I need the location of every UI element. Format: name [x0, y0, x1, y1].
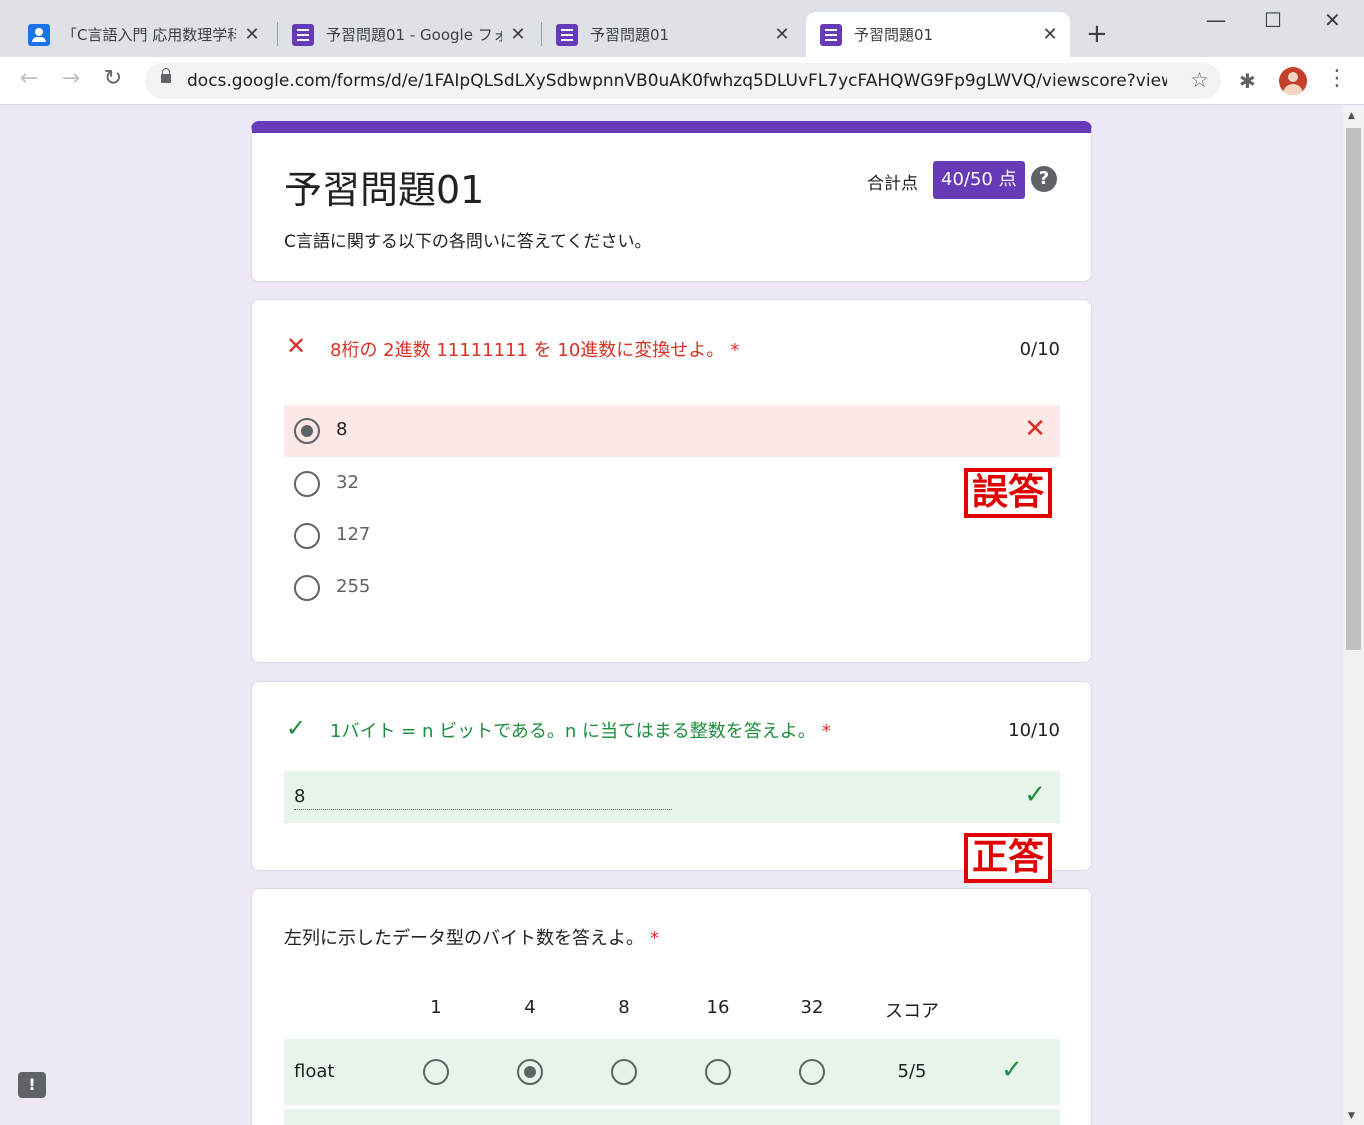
check-mark-icon: ✓	[1001, 1055, 1023, 1085]
scroll-up-icon[interactable]: ▲	[1348, 111, 1355, 121]
option-2[interactable]: 32	[284, 458, 1060, 510]
form-title: 予習問題01	[284, 168, 485, 212]
close-icon[interactable]: ✕	[772, 24, 792, 45]
option-label: 127	[336, 524, 371, 545]
address-bar[interactable]: docs.google.com/forms/d/e/1FAIpQLSdLXySd…	[145, 63, 1221, 99]
minimize-button[interactable]: —	[1206, 8, 1226, 32]
tab-title: 予習問題01 - Google フォー	[326, 26, 502, 44]
browser-toolbar: ← → ↻ docs.google.com/forms/d/e/1FAIpQLS…	[0, 57, 1364, 105]
reload-button[interactable]: ↻	[98, 66, 128, 91]
help-icon[interactable]: ?	[1031, 166, 1057, 192]
tab-forms-edit[interactable]: 予習問題01 - Google フォー ✕	[268, 12, 538, 57]
question-text: 左列に示したデータ型のバイト数を答えよ。	[284, 928, 644, 949]
total-score-badge: 40/50 点	[933, 161, 1025, 199]
required-asterisk: *	[650, 928, 659, 949]
form-description: C言語に関する以下の各問いに答えてください。	[284, 232, 652, 252]
short-answer-field[interactable]: 8 ✓	[284, 771, 1060, 823]
forms-icon	[556, 23, 578, 46]
extensions-icon[interactable]: ✱	[1239, 69, 1256, 93]
page-scrollbar[interactable]: ▲ ▼	[1343, 106, 1364, 1125]
question-text: 8桁の 2進数 11111111 を 10進数に変換せよ。	[330, 340, 725, 361]
option-label: 32	[336, 472, 359, 493]
close-icon[interactable]: ✕	[1040, 24, 1060, 45]
url-text[interactable]: docs.google.com/forms/d/e/1FAIpQLSdLXySd…	[187, 71, 1167, 91]
required-asterisk: *	[730, 340, 740, 361]
scroll-thumb[interactable]	[1346, 128, 1361, 650]
scroll-down-icon[interactable]: ▼	[1348, 1111, 1355, 1121]
required-asterisk: *	[821, 721, 831, 742]
close-icon[interactable]: ✕	[242, 24, 262, 45]
radio-button[interactable]	[294, 523, 320, 549]
answer-value: 8	[294, 786, 672, 810]
menu-icon[interactable]: ⋮	[1326, 66, 1348, 91]
option-label: 255	[336, 576, 371, 597]
radio-button[interactable]	[705, 1059, 731, 1085]
forms-icon	[820, 23, 842, 46]
tab-title: 予習問題01	[854, 26, 934, 44]
grid-row-next	[284, 1109, 1060, 1125]
radio-button[interactable]	[294, 575, 320, 601]
lock-icon	[161, 68, 171, 83]
tab-forms-preview[interactable]: 予習問題01 ✕	[532, 12, 802, 57]
wrong-mark-icon: ✕	[1024, 414, 1046, 444]
row-score: 5/5	[897, 1061, 927, 1082]
check-mark-icon: ✓	[286, 714, 307, 742]
new-tab-button[interactable]: +	[1086, 20, 1108, 48]
forms-icon	[292, 23, 314, 46]
form-header-card: 予習問題01 合計点 40/50 点 ? C言語に関する以下の各問いに答えてくだ…	[251, 121, 1092, 282]
grid-column-header: 1	[430, 997, 442, 1018]
maximize-button[interactable]: ☐	[1264, 8, 1282, 32]
forward-button[interactable]: →	[56, 66, 86, 91]
tab-title: 「C言語入門 応用数理学科	[62, 26, 236, 44]
grid-column-header: 8	[618, 997, 630, 1018]
tab-strip: 「C言語入門 応用数理学科 ✕ 予習問題01 - Google フォー ✕ 予習…	[0, 0, 1364, 57]
radio-button[interactable]	[423, 1059, 449, 1085]
classroom-icon	[28, 23, 50, 46]
total-score-label: 合計点	[867, 174, 918, 194]
correct-answer-stamp: 正答	[964, 833, 1053, 883]
radio-button[interactable]	[517, 1059, 543, 1085]
avatar[interactable]	[1279, 67, 1307, 95]
option-label: 8	[336, 419, 348, 440]
tab-classroom[interactable]: 「C言語入門 応用数理学科 ✕	[4, 12, 272, 57]
radio-button[interactable]	[294, 471, 320, 497]
question-text: 1バイト = n ビットである。n に当てはまる整数を答えよ。	[330, 721, 816, 742]
option-4[interactable]: 255	[284, 562, 1060, 614]
question-points: 0/10	[1019, 339, 1060, 360]
check-mark-icon: ✓	[1024, 780, 1046, 810]
question-card-3: 左列に示したデータ型のバイト数を答えよ。 * 1 4 8 16 32 スコア fl…	[251, 888, 1092, 1125]
wrong-mark-icon: ✕	[286, 332, 307, 360]
bookmark-star-icon[interactable]: ☆	[1190, 68, 1209, 92]
option-3[interactable]: 127	[284, 510, 1060, 562]
question-title: 8桁の 2進数 11111111 を 10進数に変換せよ。 *	[330, 336, 739, 362]
row-label: float	[294, 1061, 335, 1082]
wrong-answer-stamp: 誤答	[964, 468, 1053, 518]
grid-score-header: スコア	[885, 1001, 939, 1022]
radio-button[interactable]	[799, 1059, 825, 1085]
grid-column-header: 32	[800, 997, 824, 1018]
tab-forms-score[interactable]: 予習問題01 ✕	[806, 12, 1070, 57]
question-title: 1バイト = n ビットである。n に当てはまる整数を答えよ。 *	[330, 717, 831, 743]
question-title: 左列に示したデータ型のバイト数を答えよ。 *	[284, 924, 659, 950]
grid-column-header: 16	[706, 997, 730, 1018]
question-points: 10/10	[1008, 720, 1060, 741]
option-1[interactable]: 8 ✕	[284, 405, 1060, 457]
back-button[interactable]: ←	[14, 66, 44, 91]
feedback-button[interactable]: !	[18, 1072, 46, 1098]
grid-column-header: 4	[524, 997, 536, 1018]
grid-row-float: float 5/5 ✓	[284, 1039, 1060, 1105]
tab-title: 予習問題01	[590, 26, 670, 44]
close-window-button[interactable]: ✕	[1324, 8, 1341, 32]
radio-button[interactable]	[611, 1059, 637, 1085]
radio-button[interactable]	[294, 418, 320, 444]
close-icon[interactable]: ✕	[508, 24, 528, 45]
